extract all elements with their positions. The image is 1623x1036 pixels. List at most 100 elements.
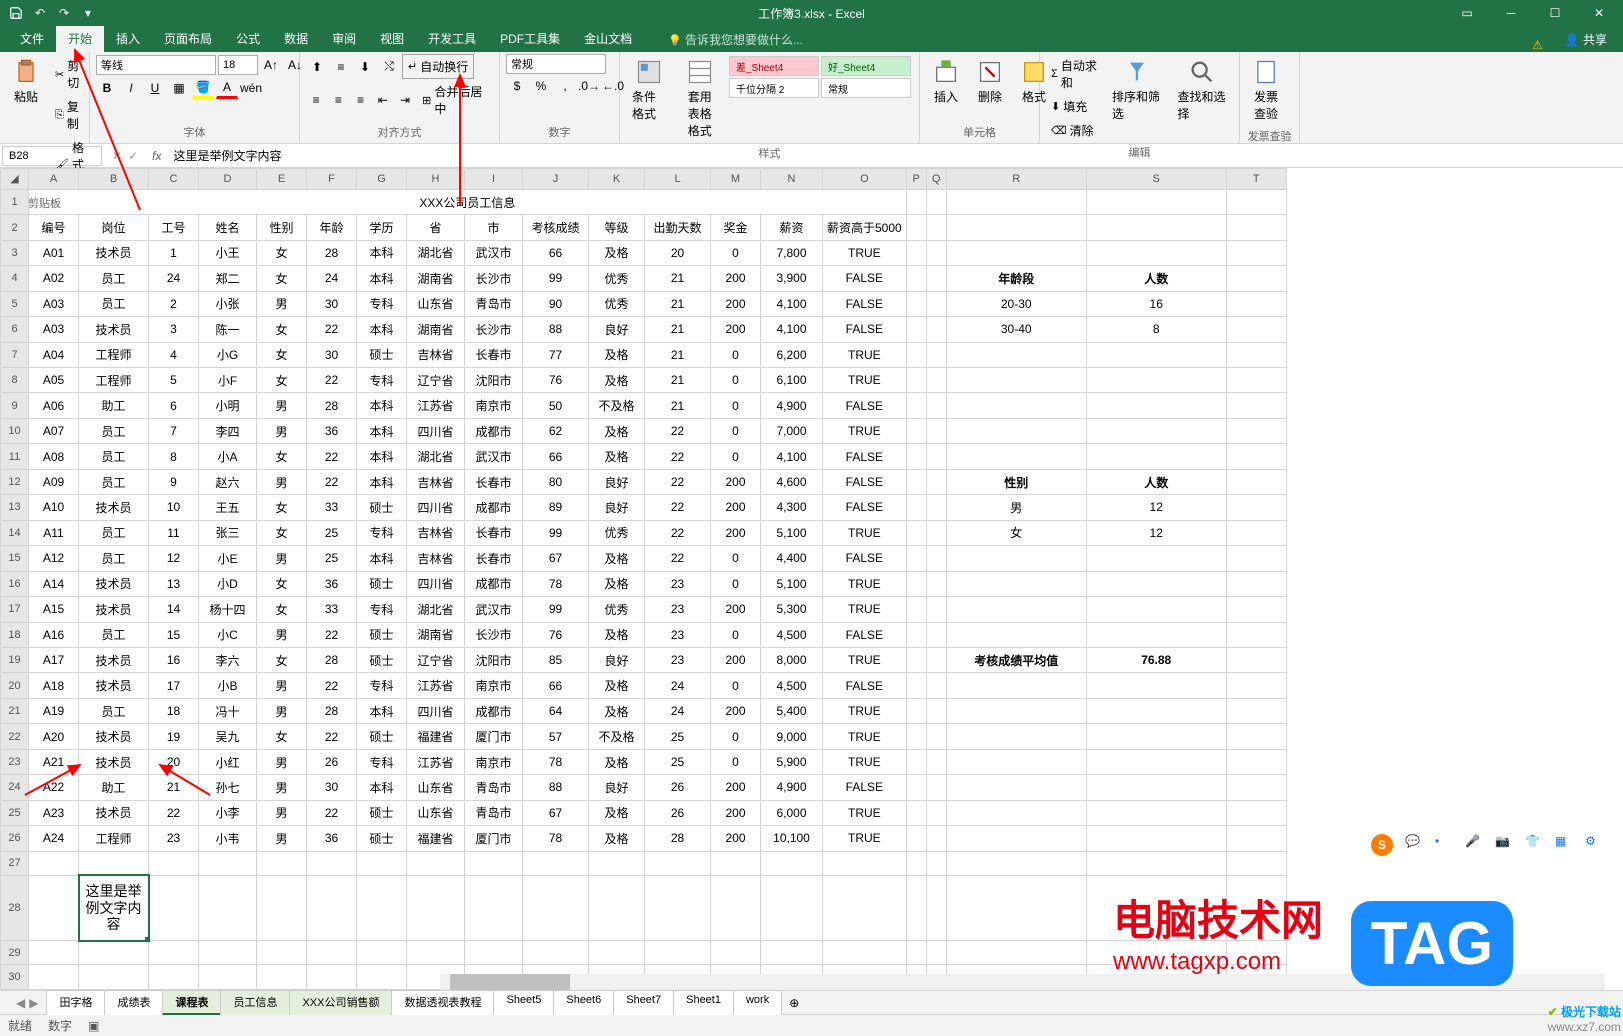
data-cell[interactable]: 200	[711, 266, 761, 291]
data-cell[interactable]: TRUE	[823, 418, 907, 443]
side-cell[interactable]: 20-30	[946, 291, 1086, 316]
data-cell[interactable]: 良好	[589, 495, 645, 520]
data-cell[interactable]: 78	[523, 749, 589, 774]
row-header[interactable]: 24	[1, 775, 29, 800]
data-cell[interactable]: 技术员	[79, 597, 149, 622]
data-cell[interactable]: 200	[711, 698, 761, 723]
data-cell[interactable]: 及格	[589, 673, 645, 698]
border-button[interactable]: ▦	[168, 77, 190, 99]
data-cell[interactable]: A16	[29, 622, 79, 647]
data-cell[interactable]: 及格	[589, 240, 645, 265]
col-header[interactable]: S	[1086, 169, 1226, 190]
col-header[interactable]: B	[79, 169, 149, 190]
row-header[interactable]: 9	[1, 393, 29, 418]
data-cell[interactable]: 4,400	[761, 546, 823, 571]
data-cell[interactable]: 沈阳市	[465, 647, 523, 672]
data-cell[interactable]: 郑二	[199, 266, 257, 291]
data-cell[interactable]: 山东省	[407, 291, 465, 316]
data-cell[interactable]: 福建省	[407, 724, 465, 749]
data-cell[interactable]: 36	[307, 418, 357, 443]
new-sheet-icon[interactable]: ⊕	[781, 996, 807, 1010]
data-cell[interactable]: 小G	[199, 342, 257, 367]
data-cell[interactable]: 湖南省	[407, 622, 465, 647]
data-cell[interactable]: 22	[307, 444, 357, 469]
data-cell[interactable]: 男	[257, 546, 307, 571]
data-cell[interactable]: 99	[523, 520, 589, 545]
data-cell[interactable]: A05	[29, 368, 79, 393]
data-cell[interactable]: 江苏省	[407, 749, 465, 774]
fx-icon[interactable]: fx	[146, 149, 167, 163]
data-cell[interactable]: 良好	[589, 317, 645, 342]
data-cell[interactable]: 沈阳市	[465, 368, 523, 393]
data-cell[interactable]: 4,500	[761, 673, 823, 698]
data-cell[interactable]: 0	[711, 368, 761, 393]
data-cell[interactable]: 员工	[79, 520, 149, 545]
data-cell[interactable]: 员工	[79, 266, 149, 291]
side-cell[interactable]: 12	[1086, 520, 1226, 545]
data-cell[interactable]: A04	[29, 342, 79, 367]
data-cell[interactable]: 女	[257, 520, 307, 545]
data-cell[interactable]: 28	[307, 698, 357, 723]
col-header[interactable]: T	[1226, 169, 1286, 190]
data-cell[interactable]: 技术员	[79, 571, 149, 596]
data-cell[interactable]: 助工	[79, 775, 149, 800]
data-cell[interactable]: 30	[307, 342, 357, 367]
data-cell[interactable]: 0	[711, 546, 761, 571]
data-cell[interactable]: 小李	[199, 800, 257, 825]
row-header[interactable]: 30	[1, 965, 29, 990]
data-cell[interactable]: 硕士	[357, 724, 407, 749]
data-cell[interactable]: FALSE	[823, 393, 907, 418]
data-cell[interactable]: 99	[523, 266, 589, 291]
data-cell[interactable]: 武汉市	[465, 240, 523, 265]
col-header[interactable]: Q	[926, 169, 946, 190]
column-header-cell[interactable]: 性别	[257, 215, 307, 240]
data-cell[interactable]: FALSE	[823, 495, 907, 520]
data-cell[interactable]: 85	[523, 647, 589, 672]
data-cell[interactable]: 19	[149, 724, 199, 749]
data-cell[interactable]: 11	[149, 520, 199, 545]
data-cell[interactable]: A14	[29, 571, 79, 596]
data-cell[interactable]: TRUE	[823, 698, 907, 723]
data-cell[interactable]: 64	[523, 698, 589, 723]
sheet-tab[interactable]: Sheet6	[553, 990, 614, 1015]
data-cell[interactable]: 本科	[357, 418, 407, 443]
data-cell[interactable]: FALSE	[823, 775, 907, 800]
col-header[interactable]: P	[906, 169, 926, 190]
autosum-button[interactable]: Σ 自动求和	[1046, 54, 1102, 94]
data-cell[interactable]: 硕士	[357, 826, 407, 851]
data-cell[interactable]: 21	[645, 266, 711, 291]
data-cell[interactable]: 200	[711, 647, 761, 672]
data-cell[interactable]: 技术员	[79, 240, 149, 265]
data-cell[interactable]: 及格	[589, 571, 645, 596]
column-header-cell[interactable]: 岗位	[79, 215, 149, 240]
sheet-tab[interactable]: work	[733, 990, 782, 1015]
tab-review[interactable]: 审阅	[320, 25, 368, 52]
data-cell[interactable]: FALSE	[823, 622, 907, 647]
worksheet-grid[interactable]: ◢ABCDEFGHIJKLMNOPQRST1XXX公司员工信息2编号岗位工号姓名…	[0, 168, 1623, 990]
align-left-icon[interactable]: ≡	[306, 89, 326, 111]
underline-button[interactable]: U	[144, 77, 166, 99]
sheet-tab[interactable]: Sheet1	[673, 990, 734, 1015]
data-cell[interactable]: 吉林省	[407, 342, 465, 367]
data-cell[interactable]: 小红	[199, 749, 257, 774]
row-header[interactable]: 28	[1, 875, 29, 940]
float-dot-icon[interactable]: •	[1435, 834, 1453, 852]
data-cell[interactable]: 4,100	[761, 444, 823, 469]
col-header[interactable]: R	[946, 169, 1086, 190]
sheet-tab[interactable]: Sheet7	[613, 990, 674, 1015]
style-normal[interactable]: 常规	[821, 78, 911, 98]
data-cell[interactable]: A17	[29, 647, 79, 672]
data-cell[interactable]: 男	[257, 418, 307, 443]
data-cell[interactable]: 6,000	[761, 800, 823, 825]
data-cell[interactable]: 男	[257, 698, 307, 723]
data-cell[interactable]: 小C	[199, 622, 257, 647]
phonetic-button[interactable]: wén	[240, 77, 262, 99]
data-cell[interactable]: FALSE	[823, 469, 907, 494]
column-header-cell[interactable]: 考核成绩	[523, 215, 589, 240]
data-cell[interactable]: TRUE	[823, 597, 907, 622]
maximize-icon[interactable]: ☐	[1535, 0, 1575, 26]
row-header[interactable]: 21	[1, 698, 29, 723]
inc-decimal-icon[interactable]: .0→	[578, 75, 600, 97]
data-cell[interactable]: 200	[711, 520, 761, 545]
sheet-tab[interactable]: 数据透视表教程	[391, 990, 494, 1015]
